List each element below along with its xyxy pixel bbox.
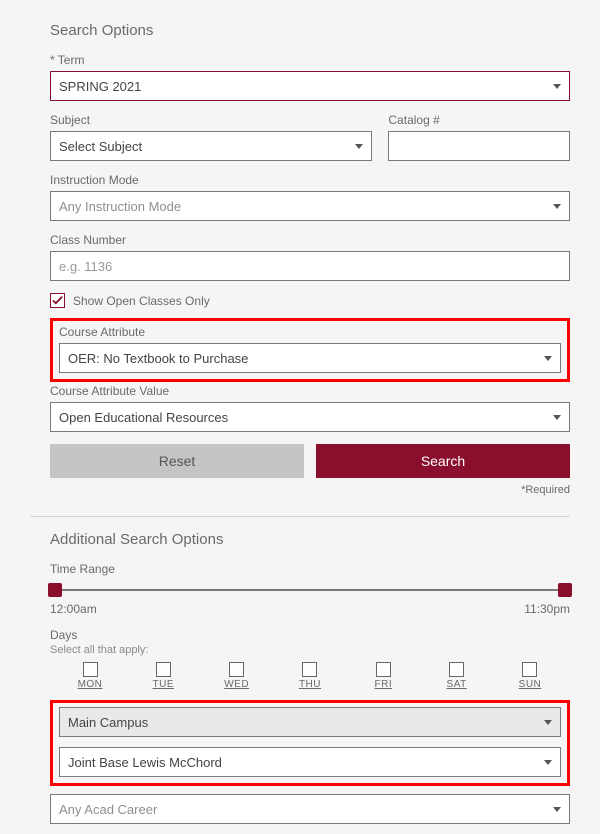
required-note: *Required [50,484,570,496]
acad-career-select[interactable]: Any Acad Career [50,794,570,824]
day-checkbox-sat[interactable] [449,662,464,677]
time-range-label: Time Range [50,562,570,576]
show-open-classes-label: Show Open Classes Only [73,294,210,308]
catalog-label: Catalog # [388,113,570,127]
additional-options-heading: Additional Search Options [50,531,570,548]
subject-label: Subject [50,113,372,127]
chevron-down-icon [544,356,552,361]
location-select[interactable]: Joint Base Lewis McChord [59,747,561,777]
instruction-mode-select[interactable]: Any Instruction Mode [50,191,570,221]
day-label: THU [299,679,321,690]
day-label: MON [78,679,103,690]
reset-button[interactable]: Reset [50,444,304,478]
chevron-down-icon [553,204,561,209]
time-range-slider[interactable] [52,580,568,600]
subject-value: Select Subject [59,139,142,154]
instruction-mode-value: Any Instruction Mode [59,199,181,214]
campus-highlight: Main Campus Joint Base Lewis McChord [50,700,570,786]
chevron-down-icon [553,84,561,89]
catalog-input[interactable] [388,131,570,161]
course-attribute-highlight: Course Attribute OER: No Textbook to Pur… [50,318,570,382]
slider-handle-max[interactable] [558,583,572,597]
day-thu: THU [290,662,330,690]
day-label: WED [224,679,249,690]
time-range-max: 11:30pm [524,602,570,616]
class-number-label: Class Number [50,233,570,247]
days-sublabel: Select all that apply: [50,644,570,656]
chevron-down-icon [553,415,561,420]
course-attribute-label: Course Attribute [59,325,561,339]
check-icon [52,295,63,306]
term-label: * Term [50,53,570,67]
chevron-down-icon [544,760,552,765]
day-checkbox-fri[interactable] [376,662,391,677]
instruction-mode-label: Instruction Mode [50,173,570,187]
chevron-down-icon [544,720,552,725]
course-attribute-value: OER: No Textbook to Purchase [68,351,248,366]
show-open-classes-checkbox[interactable] [50,293,65,308]
day-label: SUN [519,679,542,690]
chevron-down-icon [355,144,363,149]
acad-career-value: Any Acad Career [59,802,157,817]
search-options-heading: Search Options [50,22,570,39]
slider-track [52,589,568,591]
day-checkbox-tue[interactable] [156,662,171,677]
location-value: Joint Base Lewis McChord [68,755,222,770]
day-wed: WED [217,662,257,690]
day-label: FRI [375,679,393,690]
day-label: TUE [153,679,175,690]
chevron-down-icon [553,807,561,812]
time-range-min: 12:00am [50,602,97,616]
day-checkbox-sun[interactable] [522,662,537,677]
slider-handle-min[interactable] [48,583,62,597]
term-value: SPRING 2021 [59,79,141,94]
class-number-input[interactable] [50,251,570,281]
day-fri: FRI [363,662,403,690]
term-select[interactable]: SPRING 2021 [50,71,570,101]
campus-select[interactable]: Main Campus [59,707,561,737]
day-checkbox-wed[interactable] [229,662,244,677]
day-checkbox-mon[interactable] [83,662,98,677]
day-checkbox-thu[interactable] [302,662,317,677]
subject-select[interactable]: Select Subject [50,131,372,161]
course-attribute-select[interactable]: OER: No Textbook to Purchase [59,343,561,373]
day-mon: MON [70,662,110,690]
days-label: Days [50,628,570,642]
day-sun: SUN [510,662,550,690]
course-attribute-value-value: Open Educational Resources [59,410,228,425]
campus-value: Main Campus [68,715,148,730]
course-attribute-value-select[interactable]: Open Educational Resources [50,402,570,432]
day-label: SAT [447,679,467,690]
day-tue: TUE [143,662,183,690]
day-sat: SAT [437,662,477,690]
search-button[interactable]: Search [316,444,570,478]
course-attribute-value-label: Course Attribute Value [50,384,570,398]
